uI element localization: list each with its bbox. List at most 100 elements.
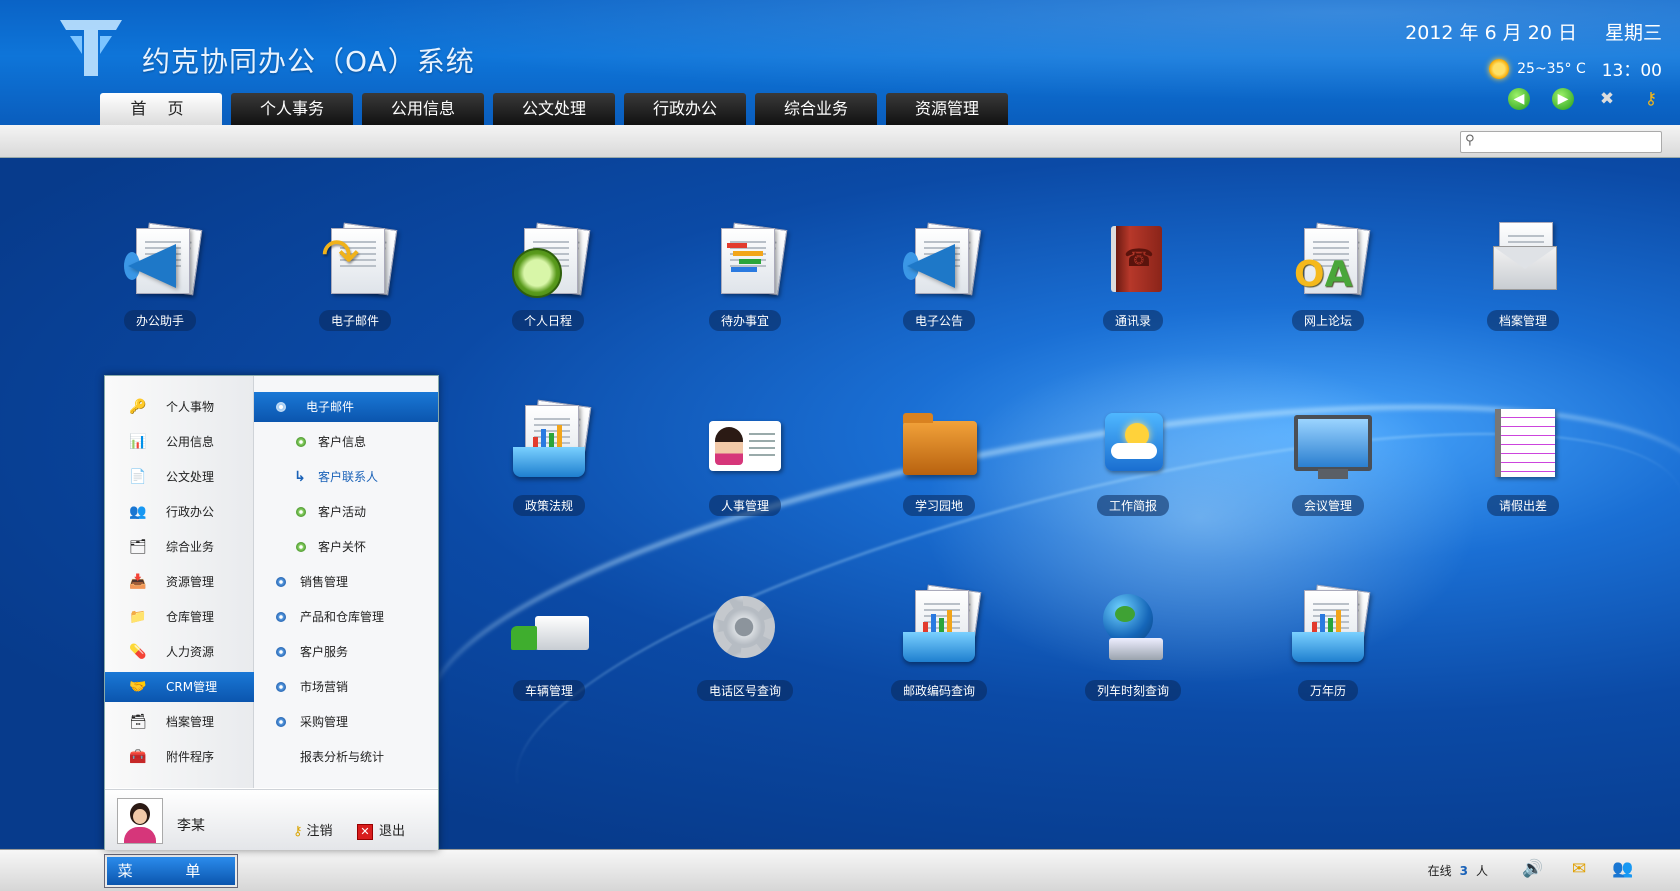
bullet-icon <box>296 507 306 517</box>
tab-personal-affairs[interactable]: 个人事务 <box>231 93 353 125</box>
menu-submenu-list: 电子邮件 客户信息 ↳ 客户联系人 客户活动 客户关怀 销售管理 产品和仓库管理 … <box>254 376 438 788</box>
desktop-icon-email[interactable]: ↷ 电子邮件 <box>300 218 410 348</box>
bullet-icon <box>276 647 286 657</box>
tab-administration[interactable]: 行政办公 <box>624 93 746 125</box>
settings-tools-icon[interactable]: ✖ <box>1596 88 1618 110</box>
desktop-icon-label: 电话区号查询 <box>696 680 793 701</box>
bullet-icon <box>276 717 286 727</box>
exit-button[interactable]: ✕ 退出 <box>357 820 405 840</box>
menu-item-resources[interactable]: 📥 资源管理 <box>105 567 253 597</box>
temperature-text: 25~35° C <box>1517 60 1586 77</box>
back-arrow-icon[interactable]: ◀ <box>1508 88 1530 110</box>
desktop-icon-meetings[interactable]: 会议管理 <box>1273 403 1383 533</box>
desktop-icon-todo[interactable]: 待办事宜 <box>690 218 800 348</box>
key-icon[interactable]: ⚷ <box>1640 88 1662 110</box>
submenu-item-marketing[interactable]: 市场营销 <box>254 673 424 701</box>
search-input[interactable] <box>1481 132 1661 152</box>
tab-public-info[interactable]: 公用信息 <box>362 93 484 125</box>
desktop-icon-label: 人事管理 <box>708 495 781 516</box>
search-icon: ⚲ <box>1465 133 1475 148</box>
desktop-icon-archives[interactable]: 档案管理 <box>1468 218 1578 348</box>
avatar[interactable] <box>117 798 163 844</box>
search-box: ⚲ <box>1460 131 1662 153</box>
clock-icon <box>506 218 591 302</box>
desktop-icon-leave-travel[interactable]: 请假出差 <box>1468 403 1578 533</box>
id-card-icon <box>703 403 787 487</box>
desktop-icon-learning[interactable]: 学习园地 <box>884 403 994 533</box>
monitor-icon <box>1286 403 1372 487</box>
menu-item-hr[interactable]: 💊 人力资源 <box>105 637 253 667</box>
tab-resources[interactable]: 资源管理 <box>886 93 1008 125</box>
submenu-item-customer-care[interactable]: 客户关怀 <box>254 533 424 561</box>
speaker-icon[interactable]: 🔊 <box>1522 858 1544 880</box>
key-icon: ⚷ <box>293 824 303 839</box>
submenu-item-products[interactable]: 产品和仓库管理 <box>254 603 424 631</box>
menu-item-documents[interactable]: 📄 公文处理 <box>105 462 253 492</box>
mail-icon[interactable]: ✉ <box>1568 858 1590 880</box>
users-icon[interactable]: 👥 <box>1612 858 1634 880</box>
menu-item-personal[interactable]: 🔑 个人事物 <box>105 392 253 422</box>
desktop-icon-forum[interactable]: OA 网上论坛 <box>1273 218 1383 348</box>
desktop-icon-label: 个人日程 <box>511 310 584 331</box>
envelope-icon <box>1481 218 1565 302</box>
menu-item-general-business[interactable]: 🗂 综合业务 <box>105 532 253 562</box>
desktop-icon-area-codes[interactable]: 电话区号查询 <box>690 588 800 718</box>
weekday-text: 星期三 <box>1604 22 1662 44</box>
desktop-icon-label: 请假出差 <box>1486 495 1559 516</box>
submenu-item-service[interactable]: 客户服务 <box>254 638 424 666</box>
submenu-item-sales[interactable]: 销售管理 <box>254 568 424 596</box>
tray-icon: 📥 <box>129 574 147 590</box>
tab-home[interactable]: 首 页 <box>100 93 222 125</box>
desktop-icon-postal-codes[interactable]: 邮政编码查询 <box>884 584 994 718</box>
start-menu-button[interactable]: 菜 单 <box>105 855 237 887</box>
desktop-icon-contacts[interactable]: 通讯录 <box>1078 218 1188 348</box>
submenu-item-purchasing[interactable]: 采购管理 <box>254 708 424 736</box>
menu-item-crm[interactable]: 🤝 CRM管理 <box>105 672 269 702</box>
submenu-item-customer-info[interactable]: 客户信息 <box>254 428 424 456</box>
logout-button[interactable]: ⚷ 注销 <box>293 820 333 839</box>
archive-icon: 🗃 <box>129 714 147 730</box>
tab-general-business[interactable]: 综合业务 <box>755 93 877 125</box>
desktop-icon-label: 网上论坛 <box>1291 310 1364 331</box>
desktop-icon-office-assistant[interactable]: 办公助手 <box>105 218 215 348</box>
desktop-icon-calendar[interactable]: 万年历 <box>1273 584 1383 718</box>
bullet-icon <box>276 682 286 692</box>
bullet-icon <box>276 402 286 412</box>
desktop-icon-bulletin[interactable]: 电子公告 <box>884 218 994 348</box>
forward-arrow-icon[interactable]: ▶ <box>1552 88 1574 110</box>
desktop-icon-label: 工作简报 <box>1096 495 1169 516</box>
menu-item-warehouse[interactable]: 📁 仓库管理 <box>105 602 253 632</box>
crm-icon: 🤝 <box>129 679 147 695</box>
toolbox-icon: 🧰 <box>129 749 147 765</box>
date-text: 2012 年 6 月 20 日 <box>1405 22 1577 44</box>
tab-documents[interactable]: 公文处理 <box>493 93 615 125</box>
files-icon: 🗂 <box>129 539 147 555</box>
desktop-icon-policies[interactable]: 政策法规 <box>494 399 604 533</box>
menu-item-public-info[interactable]: 📊 公用信息 <box>105 427 253 457</box>
forum-icon: OA <box>1286 218 1371 302</box>
bullet-icon <box>296 437 306 447</box>
gear-icon <box>703 588 787 672</box>
chart-doc-icon: 📊 <box>129 434 147 450</box>
submenu-item-customer-contacts[interactable]: ↳ 客户联系人 <box>254 463 424 491</box>
pills-icon: 💊 <box>129 644 147 660</box>
start-menu: 🔑 个人事物 📊 公用信息 📄 公文处理 👥 行政办公 🗂 综合业务 📥 资源管理 📁 仓库管… <box>104 375 439 850</box>
desktop-icon-hr[interactable]: 人事管理 <box>690 403 800 533</box>
desktop-icon-work-briefing[interactable]: 工作简报 <box>1078 403 1188 533</box>
menu-item-administration[interactable]: 👥 行政办公 <box>105 497 253 527</box>
task-list-icon <box>703 218 788 302</box>
submenu-item-customer-activity[interactable]: 客户活动 <box>254 498 424 526</box>
report-tray-icon <box>897 584 982 672</box>
mail-forward-icon: ↷ <box>313 218 398 302</box>
megaphone-icon <box>118 218 203 302</box>
desktop-icon-schedule[interactable]: 个人日程 <box>493 218 603 348</box>
close-icon: ✕ <box>357 824 373 840</box>
submenu-item-reports[interactable]: 报表分析与统计 <box>254 743 424 771</box>
date-display: 2012 年 6 月 20 日 星期三 <box>1405 18 1662 45</box>
desktop-icon-label: 会议管理 <box>1291 495 1364 516</box>
menu-item-accessories[interactable]: 🧰 附件程序 <box>105 742 253 772</box>
desktop-icon-train-schedule[interactable]: 列车时刻查询 <box>1078 588 1188 718</box>
desktop-icon-vehicles[interactable]: 车辆管理 <box>494 588 604 718</box>
menu-item-archives[interactable]: 🗃 档案管理 <box>105 707 253 737</box>
submenu-header-email[interactable]: 电子邮件 <box>254 392 438 422</box>
